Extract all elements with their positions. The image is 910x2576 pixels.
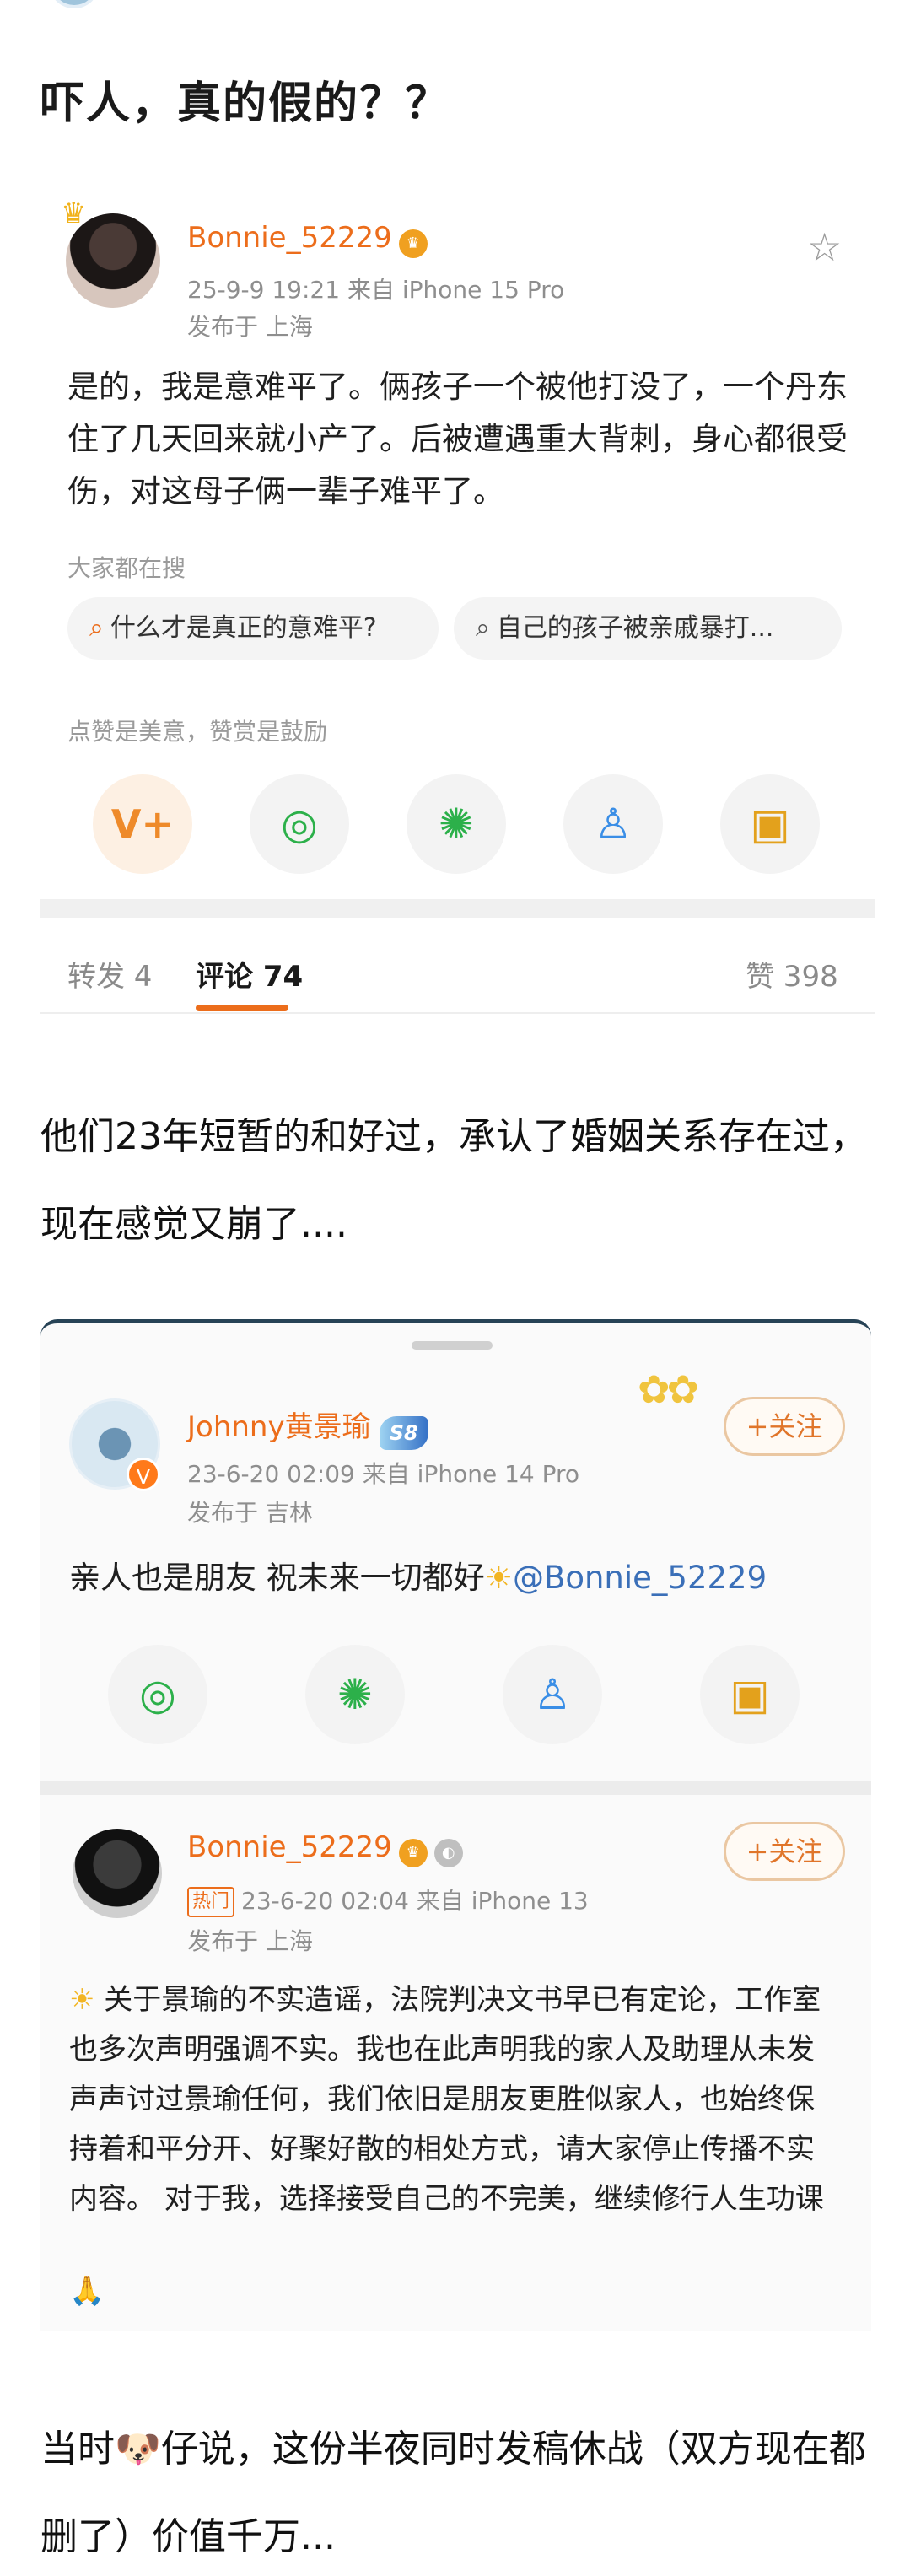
level-icon: ◐: [433, 1838, 463, 1867]
mention-link[interactable]: @Bonnie_52229: [513, 1560, 767, 1596]
save-image-icon[interactable]: ▣: [720, 774, 820, 874]
inner-post-2-author[interactable]: Bonnie_52229 ♛ ◐: [187, 1830, 463, 1867]
qq-icon[interactable]: ♙: [503, 1645, 602, 1744]
search-chip-1[interactable]: ⌕ 什么才是真正的意难平?: [67, 597, 439, 660]
divider-band: [40, 1781, 871, 1795]
crown-icon: ♛: [61, 197, 87, 230]
sun-icon: ☀: [69, 1983, 95, 2017]
vip-icon: ♛: [398, 1838, 428, 1867]
wechat-icon[interactable]: ◎: [108, 1645, 207, 1744]
paragraph-1: 他们23年短暂的和好过，承认了婚姻关系存在过，现在感觉又崩了....: [40, 1115, 867, 1246]
inner-post-2-text: ☀ 关于景瑜的不实造谣，法院判决文书早已有定论，工作室也多次声明强调不实。我也在…: [69, 1983, 824, 2216]
post-time-source: 25-9-9 19:21 来自 iPhone 15 Pro: [187, 276, 565, 304]
post-text: 是的，我是意难平了。俩孩子一个被他打没了，一个丹东住了几天回来就小产了。后被遭遇…: [67, 369, 848, 509]
inner-post-1-text: 亲人也是朋友 祝未来一切都好☀@Bonnie_52229: [69, 1560, 767, 1596]
inner-post-2-time: 热门 23-6-20 02:04 来自 iPhone 13: [187, 1883, 589, 1917]
divider-band: [40, 899, 875, 918]
favorite-star-icon[interactable]: ☆: [807, 224, 842, 270]
username[interactable]: Johnny黄景瑜: [187, 1410, 371, 1444]
search-section-label: 大家都在搜: [67, 554, 186, 582]
follow-button[interactable]: +关注: [724, 1397, 845, 1456]
tab-repost[interactable]: 转发 4: [67, 953, 152, 994]
follow-button[interactable]: +关注: [724, 1822, 845, 1881]
verified-icon: V: [127, 1458, 160, 1491]
sun-icon: ☀: [484, 1560, 513, 1596]
inner-post-2-location: 发布于 上海: [187, 1927, 313, 1955]
reward-label: 点赞是美意，赞赏是鼓励: [67, 718, 328, 746]
inner-post-1-time: 23-6-20 02:09 来自 iPhone 14 Pro: [187, 1460, 580, 1488]
praying-hands-icon: 🙏: [69, 2274, 105, 2308]
partial-avatar: [51, 0, 98, 8]
avatar[interactable]: [73, 1829, 162, 1918]
search-icon: ⌕: [476, 613, 490, 643]
post-location: 发布于 上海: [187, 313, 313, 341]
active-tab-indicator: [196, 1005, 288, 1011]
paragraph-2: 当时🐶仔说，这份半夜同时发稿休战（双方现在都删了）价值千万...: [40, 2428, 866, 2558]
save-image-icon[interactable]: ▣: [700, 1645, 800, 1744]
wechat-icon[interactable]: ◎: [250, 774, 349, 874]
moments-icon[interactable]: ✺: [305, 1645, 405, 1744]
inner-post-1-author[interactable]: Johnny黄景瑜 S8: [187, 1404, 428, 1450]
hot-tag: 热门: [187, 1887, 235, 1917]
inner-post-1-location: 发布于 吉林: [187, 1499, 313, 1527]
vip-icon: ♛: [398, 229, 428, 258]
moments-icon[interactable]: ✺: [407, 774, 506, 874]
drag-handle: [412, 1341, 493, 1350]
level-badge: S8: [379, 1415, 428, 1450]
page-heading: 吓人，真的假的？？: [40, 78, 451, 129]
v-plus-icon[interactable]: V+: [93, 774, 192, 874]
hot-search-icon: ⌕: [89, 613, 104, 643]
flower-decoration-icon: ✿✿: [638, 1366, 699, 1412]
search-chip-2[interactable]: ⌕ 自己的孩子被亲戚暴打...: [454, 597, 842, 660]
username[interactable]: Bonnie_52229: [187, 221, 392, 255]
tab-likes[interactable]: 赞 398: [746, 953, 838, 994]
username[interactable]: Bonnie_52229: [187, 1830, 392, 1864]
qq-icon[interactable]: ♙: [563, 774, 663, 874]
tab-comments[interactable]: 评论 74: [196, 953, 303, 994]
divider: [40, 1012, 875, 1014]
post-author[interactable]: Bonnie_52229 ♛: [187, 221, 428, 258]
